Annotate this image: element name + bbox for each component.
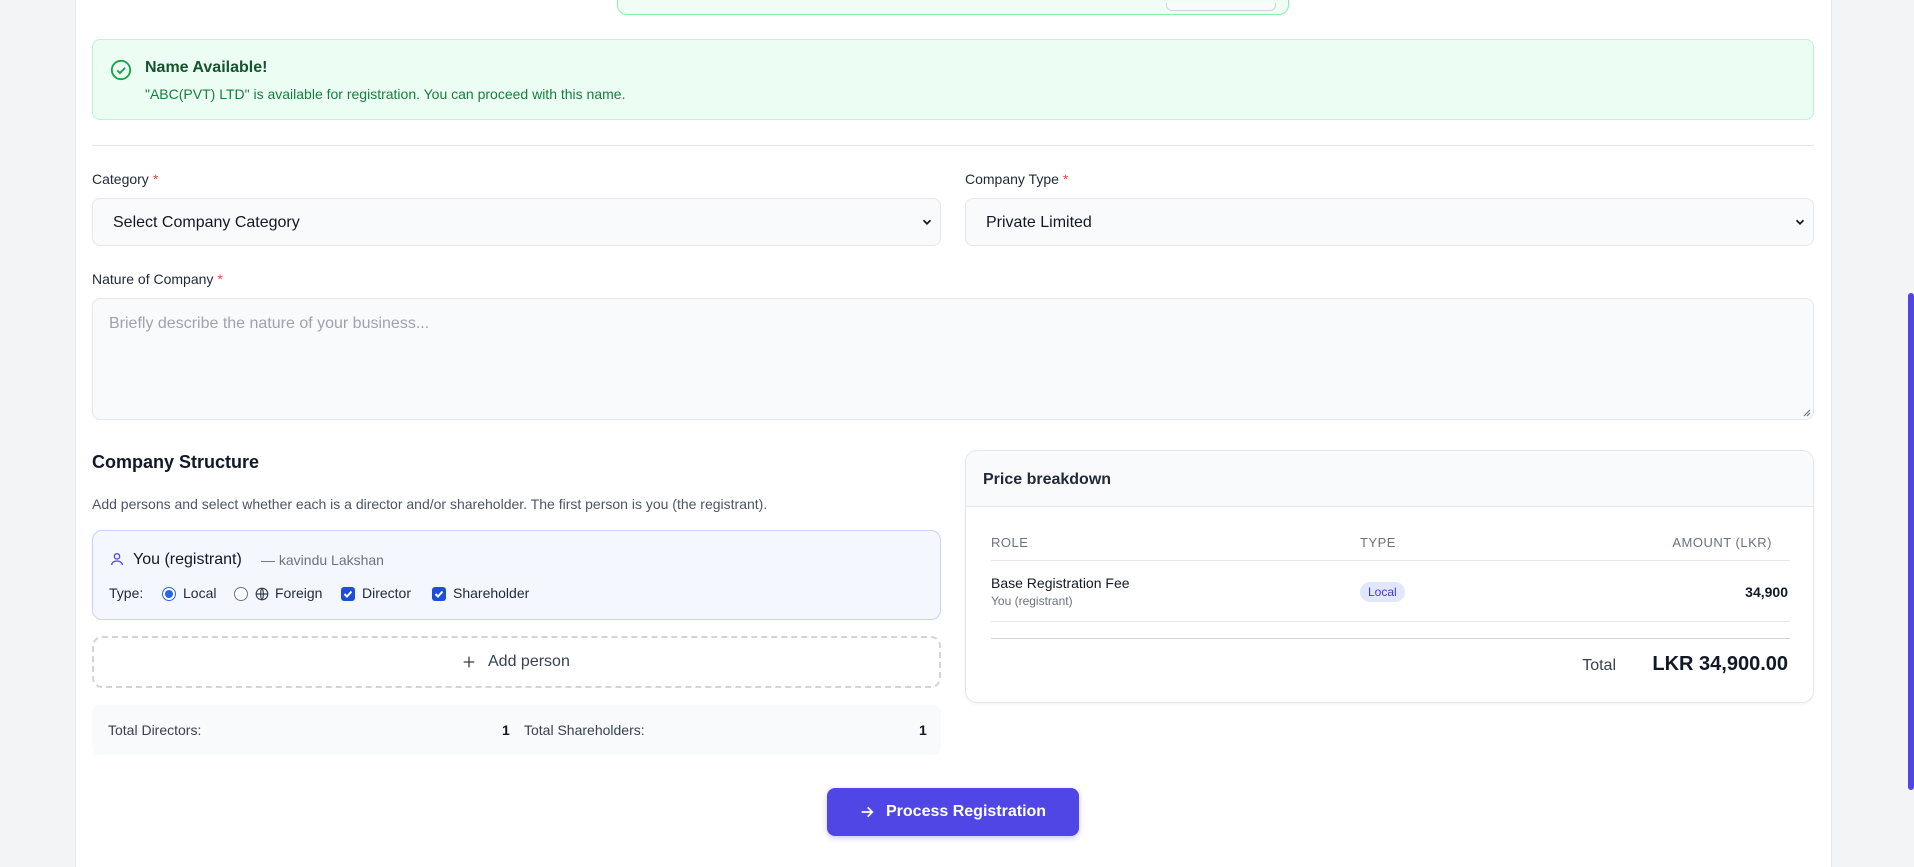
- shareholder-label[interactable]: Shareholder: [453, 585, 529, 601]
- nature-label: Nature of Company *: [92, 271, 223, 287]
- row-divider: [991, 621, 1790, 622]
- check-circle-icon: [110, 59, 132, 81]
- row-role-sub: You (registrant): [991, 594, 1073, 608]
- person-card: You (registrant) — kavindu Lakshan Type:…: [92, 530, 941, 620]
- globe-icon: [255, 587, 269, 601]
- total-shareholders-value: 1: [919, 722, 927, 738]
- resize-grip-icon[interactable]: [1801, 407, 1811, 417]
- category-select-value: Select Company Category: [113, 214, 300, 231]
- header-divider: [991, 560, 1790, 561]
- type-badge: Local: [1360, 582, 1405, 602]
- total-divider: [991, 638, 1790, 639]
- total-value: LKR 34,900.00: [1652, 653, 1788, 675]
- foreign-label[interactable]: Foreign: [275, 585, 322, 601]
- row-role: Base Registration Fee: [991, 575, 1130, 591]
- divider: [92, 145, 1814, 146]
- chevron-down-icon: [922, 219, 932, 225]
- scrollbar-thumb[interactable]: [1908, 293, 1914, 790]
- price-breakdown-card: Price breakdown ROLE TYPE AMOUNT (LKR) B…: [965, 450, 1814, 703]
- nature-textarea[interactable]: Briefly describe the nature of your busi…: [92, 298, 1814, 420]
- company-type-select[interactable]: Private Limited: [965, 198, 1814, 246]
- column-header-role: ROLE: [991, 535, 1029, 550]
- company-type-label: Company Type *: [965, 171, 1069, 187]
- person-name: You (registrant): [133, 551, 242, 568]
- price-breakdown-title: Price breakdown: [983, 471, 1112, 488]
- user-icon: [111, 553, 123, 566]
- chevron-down-icon: [1795, 219, 1805, 225]
- company-structure-description: Add persons and select whether each is a…: [92, 496, 768, 512]
- column-header-amount: AMOUNT (LKR): [1672, 535, 1772, 550]
- total-shareholders-label: Total Shareholders:: [524, 722, 645, 738]
- type-label: Type:: [109, 585, 144, 601]
- director-checkbox[interactable]: [341, 587, 355, 601]
- local-label[interactable]: Local: [183, 585, 216, 601]
- category-select[interactable]: Select Company Category: [92, 198, 941, 246]
- arrow-right-icon: [861, 806, 874, 818]
- plus-icon: [463, 656, 475, 668]
- process-registration-label: Process Registration: [886, 803, 1047, 820]
- price-breakdown-header: Price breakdown: [966, 451, 1813, 507]
- category-label: Category *: [92, 171, 159, 187]
- total-directors-label: Total Directors:: [108, 722, 202, 738]
- director-label[interactable]: Director: [362, 585, 411, 601]
- nature-placeholder: Briefly describe the nature of your busi…: [109, 315, 430, 332]
- process-registration-button[interactable]: Process Registration: [827, 788, 1079, 836]
- total-directors-value: 1: [502, 722, 510, 738]
- alert-title: Name Available!: [145, 59, 268, 76]
- add-person-button[interactable]: Add person: [92, 636, 941, 688]
- column-header-type: TYPE: [1360, 535, 1396, 550]
- company-type-select-value: Private Limited: [986, 214, 1092, 231]
- row-amount: 34,900: [1745, 584, 1788, 600]
- foreign-radio[interactable]: [234, 587, 248, 601]
- local-radio[interactable]: [162, 587, 176, 601]
- company-structure-title: Company Structure: [92, 452, 260, 472]
- name-available-alert: Name Available! "ABC(PVT) LTD" is availa…: [92, 39, 1814, 120]
- person-subtitle: — kavindu Lakshan: [261, 552, 384, 568]
- shareholder-checkbox[interactable]: [432, 587, 446, 601]
- alert-message: "ABC(PVT) LTD" is available for registra…: [145, 86, 626, 102]
- structure-totals: Total Directors: 1 Total Shareholders: 1: [92, 705, 941, 755]
- add-person-label: Add person: [488, 653, 570, 670]
- total-label: Total: [1582, 657, 1616, 674]
- name-check-panel-edge: [617, 0, 1289, 15]
